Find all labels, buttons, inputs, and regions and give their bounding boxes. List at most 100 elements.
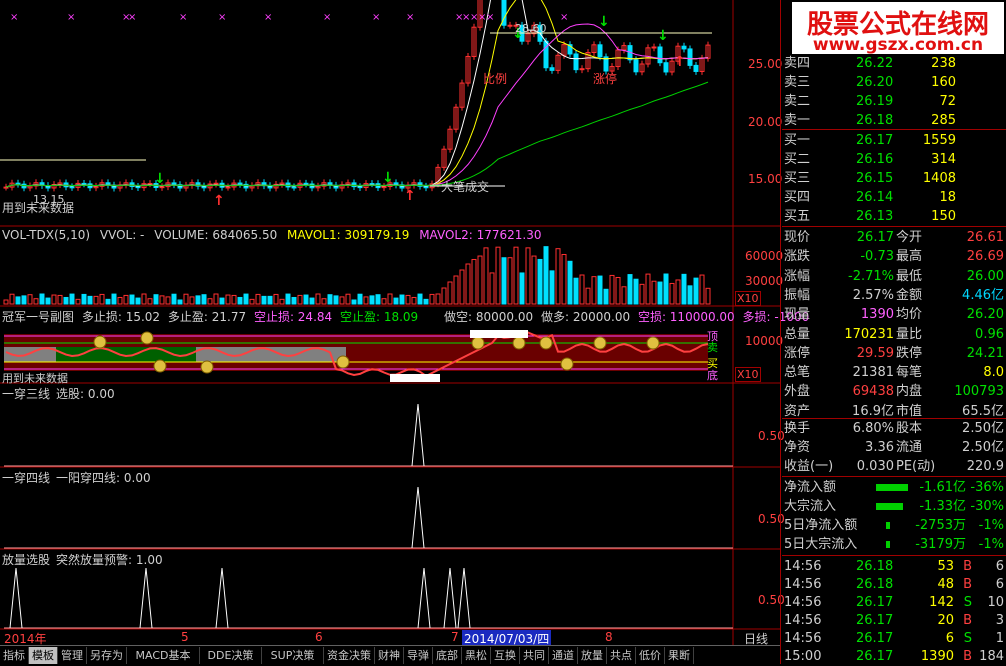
quote-panel: 卖四 26.22 238 卖三 26.20 160 卖二 26.19 72 卖一 26.18 285 买… — [782, 0, 1006, 664]
signal-marker: × — [10, 12, 18, 23]
sub1-white-block — [470, 330, 528, 338]
volume-bar — [615, 276, 621, 305]
sub3-title: 一穿四线 一阳穿四线: 0.00 — [2, 471, 151, 485]
sub1-face-marker — [336, 355, 350, 369]
volume-bar — [447, 281, 453, 305]
volume-bar — [495, 246, 501, 305]
signal-spike — [411, 403, 425, 467]
tab-11[interactable]: 黑松 — [462, 647, 491, 664]
signal-spike — [443, 567, 457, 629]
ask-row: 卖三 26.20 160 — [784, 75, 956, 90]
volume-bar — [549, 270, 555, 305]
sub1-face-marker — [93, 335, 107, 349]
tab-9[interactable]: 导弹 — [404, 647, 433, 664]
volume-bar — [75, 298, 81, 305]
tab-0[interactable]: 指标 — [0, 647, 29, 664]
quote-row: 涨跌 -0.73 最高 26.69 — [784, 249, 1004, 265]
candle-body — [171, 182, 177, 186]
volume-bar — [459, 269, 465, 305]
divider — [782, 555, 1006, 556]
tab-4[interactable]: MACD基本 — [127, 647, 200, 664]
signal-spike — [417, 567, 431, 629]
volume-bar — [657, 281, 663, 305]
volume-bar — [507, 257, 513, 305]
tab-6[interactable]: SUP决策 — [262, 647, 324, 664]
sub1-unit: X10 — [735, 367, 761, 382]
volume-bar — [33, 298, 39, 305]
volume-bar — [603, 288, 609, 305]
moving-averages: × × ×× × × × × × × ×× × × × ×↓ ↓↓↓↓↑ ↑↑ — [0, 0, 712, 209]
volume-axis-label: 60000 — [745, 249, 784, 263]
tab-14[interactable]: 通道 — [549, 647, 578, 664]
tab-15[interactable]: 放量 — [578, 647, 607, 664]
tab-1[interactable]: 模板 — [29, 647, 58, 664]
tab-10[interactable]: 底部 — [433, 647, 462, 664]
volume-bar — [375, 294, 381, 305]
volume-bar — [189, 296, 195, 305]
candle-body — [633, 59, 639, 73]
sub1-face-marker — [646, 336, 660, 350]
volume-bar — [237, 296, 243, 305]
volume-bar — [321, 298, 327, 305]
signal-marker: × — [264, 12, 272, 23]
price-axis-label: 25.00 — [748, 57, 783, 71]
ask-row: 卖一 26.18 285 — [784, 113, 956, 128]
volume-bar — [639, 283, 645, 305]
volume-bar — [327, 294, 333, 305]
tab-5[interactable]: DDE决策 — [200, 647, 262, 664]
sub1-axis-label: 10000 — [745, 334, 784, 348]
tab-3[interactable]: 另存为 — [87, 647, 127, 664]
volume-bar — [405, 294, 411, 305]
signal-spike — [411, 486, 425, 549]
volume-bar — [93, 295, 99, 305]
price-axis-label: 15.00 — [748, 172, 783, 186]
sub1-bottom-label: 底 — [707, 369, 718, 382]
chart-area[interactable]: × × × × × × × × × × × × × × × × ↓ ↓ ↓ ↓ ↓ ↑ ↑ ↑ 25.00 20.00 15.… — [0, 0, 809, 647]
volume-bar — [633, 278, 639, 305]
volume-bar — [393, 297, 399, 305]
sub1-sell-label: 卖 — [707, 341, 718, 354]
tab-12[interactable]: 互换 — [491, 647, 520, 664]
volume-bar — [3, 299, 9, 305]
bid-row: 买一 26.17 1559 — [784, 133, 956, 148]
time-axis-month: 6 — [315, 630, 323, 644]
tab-2[interactable]: 管理 — [58, 647, 87, 664]
tab-8[interactable]: 财神 — [375, 647, 404, 664]
candle-body — [693, 64, 699, 72]
volume-bar — [669, 282, 675, 305]
volume-bar — [159, 295, 165, 305]
volume-bar — [651, 280, 657, 305]
divider — [782, 476, 1006, 477]
quote-row: 现价 26.17 今开 26.61 — [784, 230, 1004, 245]
volume-bar — [453, 275, 459, 305]
signal-spike — [139, 567, 153, 629]
volume-bar — [597, 275, 603, 305]
volume-bar — [621, 286, 627, 305]
volume-bar — [261, 295, 267, 305]
tab-17[interactable]: 低价 — [636, 647, 665, 664]
time-axis-month: 7 — [451, 630, 459, 644]
signal-marker: × — [372, 12, 380, 23]
fundamental-row: 换手 6.80% 股本 2.50亿 — [784, 421, 1004, 436]
trade-arrow: ↓ — [598, 14, 610, 30]
quote-row: 外盘 69438 内盘 100793 — [784, 384, 1004, 400]
volume-bar — [591, 276, 597, 305]
volume-bar — [351, 299, 357, 305]
volume-bar — [177, 299, 183, 305]
volume-bar — [399, 294, 405, 305]
candle-body — [549, 67, 555, 71]
flow-row: 5日净流入额 -2753万 -1% — [784, 518, 1004, 533]
volume-unit: X10 — [735, 291, 761, 306]
tab-18[interactable]: 果断 — [665, 647, 694, 664]
tab-16[interactable]: 共点 — [607, 647, 636, 664]
tab-13[interactable]: 共同 — [520, 647, 549, 664]
tab-7[interactable]: 资金决策 — [324, 647, 375, 664]
volume-bar — [555, 248, 561, 305]
volume-bar — [255, 293, 261, 305]
volume-bar — [645, 273, 651, 305]
tick-row: 15:00 26.17 1390 B 184 — [784, 649, 1004, 664]
volume-bar — [363, 296, 369, 305]
ask-row: 卖二 26.19 72 — [784, 94, 956, 109]
volume-bar — [333, 295, 339, 305]
sub1-future-note: 用到未来数据 — [2, 372, 68, 385]
